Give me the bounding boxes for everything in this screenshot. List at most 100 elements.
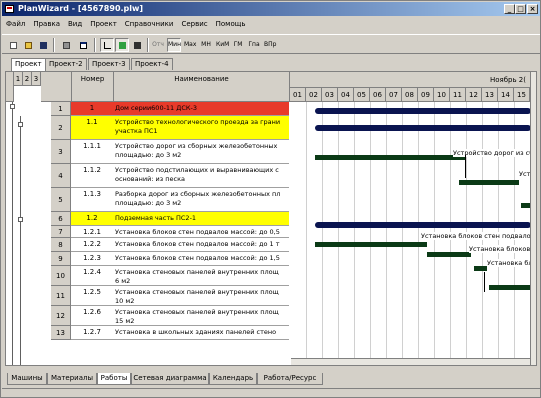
task-name-line: Установка блоков стен подвалов массой: д… <box>115 254 280 262</box>
day-header: 05 <box>354 88 370 102</box>
task-name-line: Установка блоков стен подвалов массой: д… <box>115 240 280 248</box>
close-icon[interactable]: × <box>527 4 538 14</box>
new-file-icon[interactable] <box>6 38 20 52</box>
row-number[interactable]: 11 <box>51 286 71 306</box>
window-icon[interactable] <box>76 38 90 52</box>
tab-materials[interactable]: Материалы <box>47 373 97 385</box>
max-button[interactable]: Мах <box>183 38 197 52</box>
day-header: 10 <box>434 88 450 102</box>
level-header-3[interactable]: 3 <box>32 72 41 86</box>
task-code: 1.2.5 <box>83 288 101 296</box>
row-number[interactable]: 5 <box>51 188 71 212</box>
report-button[interactable]: Отч <box>151 38 165 52</box>
tab-project-2[interactable]: Проект-2 <box>45 58 87 70</box>
maximize-icon[interactable]: □ <box>515 4 526 14</box>
tree-node[interactable] <box>18 217 23 222</box>
col-number-header[interactable]: Номер <box>72 72 114 102</box>
menu-service[interactable]: Сервис <box>177 17 211 31</box>
day-header: 13 <box>482 88 498 102</box>
tab-machines[interactable]: Машины <box>7 373 47 385</box>
task-bar[interactable] <box>427 252 471 257</box>
gm-button[interactable]: ГМ <box>231 38 245 52</box>
kim-button[interactable]: КиМ <box>215 38 229 52</box>
day-header: 11 <box>450 88 466 102</box>
gpa-button[interactable]: Гпа <box>247 38 261 52</box>
task-name-line: Устройство технологического проезда за г… <box>115 118 281 126</box>
menu-edit[interactable]: Правка <box>29 17 64 31</box>
row-number[interactable]: 8 <box>51 238 71 252</box>
tab-calendar[interactable]: Календарь <box>209 373 257 385</box>
task-name: Устройство дорог из сборных железобетонн… <box>115 142 289 160</box>
tab-project-4[interactable]: Проект-4 <box>131 58 173 70</box>
outline-tree <box>8 102 48 365</box>
menu-references[interactable]: Справочники <box>121 17 178 31</box>
vertical-scrollbar[interactable] <box>530 72 536 365</box>
level-header-2[interactable]: 2 <box>23 72 32 86</box>
header-corner <box>6 72 14 102</box>
min-button[interactable]: Мин <box>167 38 181 52</box>
task-bar[interactable] <box>315 155 465 160</box>
task-name-line: Разборка дорог из сборных железобетонных… <box>115 190 281 198</box>
day-gridline <box>370 102 371 365</box>
row-number[interactable]: 4 <box>51 164 71 188</box>
task-bar[interactable] <box>315 242 427 247</box>
row-number[interactable]: 10 <box>51 266 71 286</box>
tab-work-resource[interactable]: Работа/Ресурс <box>257 373 323 385</box>
gantt-chart: Устройство дорог из сб Устро Установка б… <box>291 102 536 365</box>
tab-project-3[interactable]: Проект-3 <box>88 58 130 70</box>
open-folder-icon[interactable] <box>21 38 35 52</box>
tab-network-diagram[interactable]: Сетевая диаграмма <box>131 373 209 385</box>
row-number[interactable]: 3 <box>51 140 71 164</box>
menu-project[interactable]: Проект <box>86 17 121 31</box>
summary-bar[interactable] <box>315 222 531 228</box>
col-name-header[interactable]: Наименование <box>114 72 290 102</box>
horizontal-scrollbar[interactable] <box>291 358 531 365</box>
grid-view-icon[interactable] <box>115 38 129 52</box>
toolbar-separator <box>94 38 96 52</box>
day-gridline <box>418 102 419 365</box>
menu-file[interactable]: Файл <box>2 17 29 31</box>
mn-button[interactable]: МН <box>199 38 213 52</box>
task-bar[interactable] <box>459 180 519 185</box>
row-number[interactable]: 12 <box>51 306 71 326</box>
task-name-line: Подземная часть ПС2-1 <box>115 214 197 222</box>
day-gridline <box>402 102 403 365</box>
row-number[interactable]: 1 <box>51 102 71 116</box>
day-gridline <box>354 102 355 365</box>
tree-view-icon[interactable] <box>100 38 114 52</box>
summary-bar[interactable] <box>315 108 531 114</box>
task-bar[interactable] <box>474 266 487 271</box>
task-code: 1.1.3 <box>83 190 101 198</box>
row-number[interactable]: 2 <box>51 116 71 140</box>
task-name: Установка стеновых панелей внутренних пл… <box>115 308 289 326</box>
task-name: Установка стеновых панелей внутренних пл… <box>115 268 289 286</box>
tree-node[interactable] <box>18 122 23 127</box>
task-code: 1.1 <box>86 118 98 126</box>
row-number[interactable]: 7 <box>51 226 71 238</box>
menu-help[interactable]: Помощь <box>212 17 250 31</box>
vpr-button[interactable]: ВПр <box>263 38 277 52</box>
day-gridline <box>322 102 323 365</box>
project-grid: 1 2 3 Номер Наименование Ноябрь 2( 01 02 0… <box>5 71 537 366</box>
menu-view[interactable]: Вид <box>64 17 86 31</box>
task-name: Установка стеновых панелей внутренних пл… <box>115 288 289 306</box>
task-label: Установка блоков стен подвало <box>421 232 531 240</box>
toolbar: Отч Мин Мах МН КиМ ГМ Гпа ВПр <box>2 34 540 54</box>
list-view-icon[interactable] <box>130 38 144 52</box>
row-number[interactable]: 9 <box>51 252 71 266</box>
task-code: 1.2.6 <box>83 308 101 316</box>
save-icon[interactable] <box>36 38 50 52</box>
task-name: Дом серии600-11 ДСК-3 <box>115 104 289 113</box>
level-header-1[interactable]: 1 <box>14 72 23 86</box>
print-icon[interactable] <box>59 38 73 52</box>
tree-node[interactable] <box>10 104 15 109</box>
summary-bar[interactable] <box>315 125 531 131</box>
tab-project[interactable]: Проект <box>11 58 46 71</box>
task-name: Установка в школьных зданиях панелей сте… <box>115 328 289 337</box>
task-name-line: Установка стеновых панелей внутренних пл… <box>115 268 279 276</box>
minimize-icon[interactable]: _ <box>504 4 515 14</box>
tab-works[interactable]: Работы <box>97 373 131 385</box>
row-number[interactable]: 13 <box>51 326 71 340</box>
row-number[interactable]: 6 <box>51 212 71 226</box>
task-name: Устройство технологического проезда за г… <box>115 118 289 136</box>
